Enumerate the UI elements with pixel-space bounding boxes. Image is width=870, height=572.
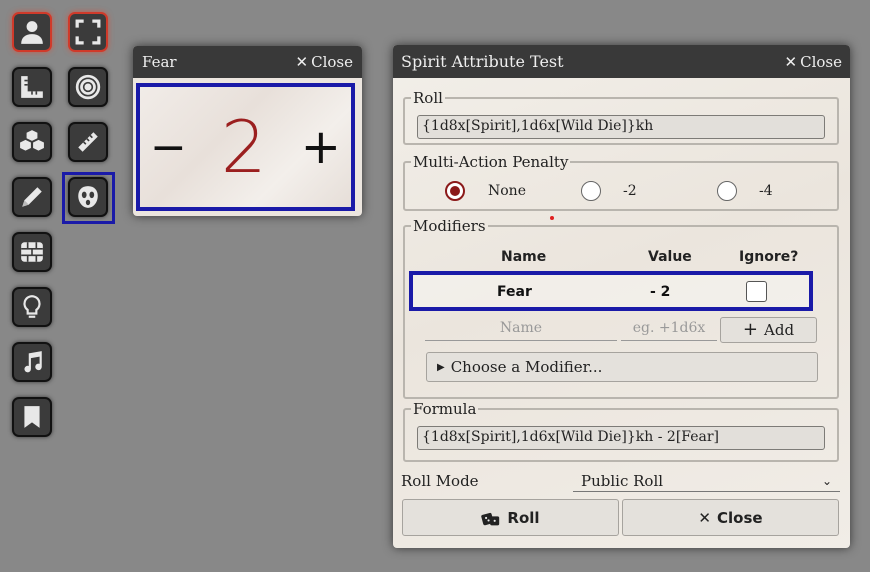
map-option-minus-4[interactable]: -4 (717, 181, 773, 201)
modifiers-header-ignore: Ignore? (739, 249, 799, 265)
radio-minus-2[interactable] (581, 181, 601, 201)
caret-right-icon: ▶ (437, 361, 445, 373)
add-modifier-button[interactable]: + Add (720, 317, 817, 343)
dialog-header[interactable]: Spirit Attribute Test ✕ Close (393, 45, 850, 78)
fear-button-highlight (62, 172, 115, 224)
dialog-close-button[interactable]: ✕ Close (785, 53, 842, 71)
map-option-label: None (488, 183, 526, 199)
spirit-attribute-test-dialog: Spirit Attribute Test ✕ Close Roll {1d8x… (393, 45, 850, 548)
wall-icon (21, 242, 43, 262)
fear-window: Fear ✕ Close − 2 + (133, 46, 362, 216)
modifier-value: - 2 (650, 284, 671, 300)
fear-window-title: Fear (142, 53, 177, 71)
roll-mode-label: Roll Mode (401, 472, 479, 490)
close-dialog-button[interactable]: ✕ Close (622, 499, 839, 536)
fullscreen-icon (75, 19, 101, 45)
ruler-button[interactable] (68, 122, 108, 162)
walls-button[interactable] (12, 232, 52, 272)
add-label: Add (764, 321, 795, 339)
roll-mode-value: Public Roll (581, 471, 664, 490)
new-modifier-value-input[interactable]: eg. +1d6x (621, 317, 717, 341)
lighting-button[interactable] (12, 287, 52, 327)
close-icon: ✕ (698, 508, 711, 527)
formula-legend: Formula (413, 400, 477, 418)
formula-field[interactable]: {1d8x[Spirit],1d6x[Wild Die]}kh - 2[Fear… (417, 426, 825, 450)
choose-modifier-label: Choose a Modifier... (450, 358, 603, 376)
map-legend: Multi-Action Penalty (413, 153, 569, 171)
close-icon: ✕ (295, 53, 309, 71)
modifier-name: Fear (497, 284, 532, 300)
ruler-square-icon (21, 76, 43, 98)
notes-button[interactable] (12, 397, 52, 437)
modifiers-header-value: Value (648, 249, 692, 265)
map-option-none[interactable]: None (445, 181, 526, 201)
fear-decrement-button[interactable]: − (150, 122, 187, 173)
modifier-row: Fear - 2 (409, 271, 813, 311)
lightbulb-icon (23, 295, 41, 318)
choose-modifier-dropdown[interactable]: ▶ Choose a Modifier... (426, 352, 818, 382)
fear-window-header[interactable]: Fear ✕ Close (133, 46, 362, 78)
red-dot (550, 216, 554, 220)
fear-close-button[interactable]: ✕ Close (296, 53, 353, 71)
bookmark-icon (24, 406, 40, 428)
modifier-ignore-checkbox[interactable] (746, 281, 767, 302)
close-button-label: Close (717, 508, 763, 527)
target-icon (75, 74, 101, 100)
fullscreen-button[interactable] (68, 12, 108, 52)
roll-button-label: Roll (507, 508, 540, 527)
token-controls-button[interactable] (12, 12, 52, 52)
measure-ruler-icon (78, 132, 98, 152)
fear-increment-button[interactable]: + (301, 119, 341, 175)
tiles-button[interactable] (12, 122, 52, 162)
sounds-button[interactable] (12, 342, 52, 382)
modifiers-header-name: Name (501, 249, 547, 265)
roll-formula-field[interactable]: {1d8x[Spirit],1d6x[Wild Die]}kh (417, 115, 825, 139)
map-option-label: -2 (623, 183, 637, 199)
target-button[interactable] (68, 67, 108, 107)
map-option-label: -4 (759, 183, 773, 199)
close-icon: ✕ (784, 52, 798, 71)
roll-legend: Roll (413, 89, 443, 107)
cubes-icon (20, 130, 44, 151)
chevron-down-icon: ⌄ (821, 473, 832, 488)
drawing-button[interactable] (12, 177, 52, 217)
roll-button[interactable]: Roll (402, 499, 619, 536)
music-icon (24, 351, 42, 373)
pencil-icon (22, 187, 42, 207)
plus-icon: + (742, 319, 759, 340)
dice-icon (481, 512, 500, 525)
new-modifier-name-input[interactable]: Name (425, 317, 617, 341)
dialog-title: Spirit Attribute Test (401, 52, 564, 71)
roll-mode-select[interactable]: Public Roll ⌄ (573, 470, 840, 492)
map-option-minus-2[interactable]: -2 (581, 181, 637, 201)
user-icon (21, 21, 43, 44)
fear-value: 2 (220, 105, 267, 189)
radio-none[interactable] (445, 181, 465, 201)
radio-minus-4[interactable] (717, 181, 737, 201)
measure-controls-button[interactable] (12, 67, 52, 107)
modifiers-legend: Modifiers (413, 217, 486, 235)
fear-counter: − 2 + (136, 83, 355, 211)
